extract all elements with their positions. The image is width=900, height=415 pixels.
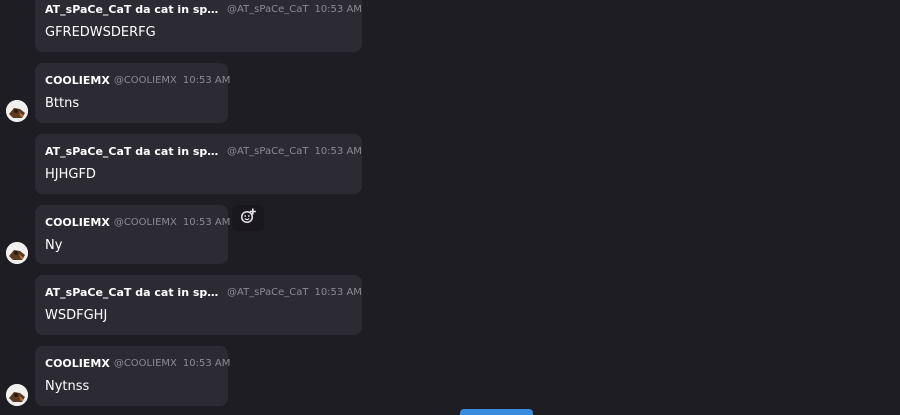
message-header: COOLIEMX @COOLIEMX 10:53 AM (45, 216, 230, 230)
message-author[interactable]: COOLIEMX (45, 74, 110, 88)
message-author[interactable]: COOLIEMX (45, 357, 110, 371)
message-timestamp: 10:53 AM (182, 358, 231, 369)
message-text: HJHGFD (45, 167, 96, 182)
message-timestamp: 10:53 AM (314, 4, 362, 15)
message-text: GFREDWSDERFG (45, 25, 156, 40)
message-text: Bttns (45, 96, 80, 111)
chat-message-list[interactable]: AT_sPaCe_CaT da cat in space ... @AT_sPaC… (0, 0, 900, 415)
message-timestamp: 10:53 AM (314, 287, 362, 298)
message-handle: @COOLIEMX (113, 358, 177, 369)
user-avatar-icon[interactable] (6, 384, 28, 406)
user-avatar-icon[interactable] (6, 242, 28, 264)
message-text: WSDFGHJ (45, 308, 108, 323)
message-author[interactable]: AT_sPaCe_CaT da cat in space ... (45, 286, 223, 300)
add-reaction-icon (240, 208, 256, 228)
message-bubble: AT_sPaCe_CaT da cat in space ... @AT_sPaC… (35, 0, 362, 52)
message-header: COOLIEMX @COOLIEMX 10:53 AM (45, 357, 230, 371)
message-author[interactable]: COOLIEMX (45, 216, 110, 230)
message-handle: @COOLIEMX (113, 75, 177, 86)
message-author[interactable]: AT_sPaCe_CaT da cat in space ... (45, 145, 223, 159)
message-author[interactable]: AT_sPaCe_CaT da cat in space ... (45, 3, 223, 17)
message-bubble: COOLIEMX @COOLIEMX 10:53 AM Bttns (35, 63, 230, 123)
message-bubble: COOLIEMX @COOLIEMX 10:53 AM Nytnss (35, 346, 230, 406)
message-header: AT_sPaCe_CaT da cat in space ... @AT_sPaC… (45, 3, 362, 17)
message-bubble: COOLIEMX @COOLIEMX 10:53 AM Ny (35, 205, 230, 264)
message-bubble: AT_sPaCe_CaT da cat in space ... @AT_sPaC… (35, 275, 362, 335)
message-timestamp: 10:53 AM (182, 217, 231, 228)
message-handle: @AT_sPaCe_CaT (227, 146, 309, 157)
scroll-to-latest-button[interactable] (460, 409, 533, 415)
add-reaction-button[interactable] (232, 205, 264, 231)
message-header: COOLIEMX @COOLIEMX 10:53 AM (45, 74, 230, 88)
message-text: Ny (45, 238, 63, 253)
message-header: AT_sPaCe_CaT da cat in space ... @AT_sPaC… (45, 145, 362, 159)
message-handle: @COOLIEMX (113, 217, 177, 228)
message-timestamp: 10:53 AM (182, 75, 231, 86)
message-handle: @AT_sPaCe_CaT (227, 4, 309, 15)
message-header: AT_sPaCe_CaT da cat in space ... @AT_sPaC… (45, 286, 362, 300)
message-handle: @AT_sPaCe_CaT (227, 287, 309, 298)
message-bubble: AT_sPaCe_CaT da cat in space ... @AT_sPaC… (35, 134, 362, 194)
message-text: Nytnss (45, 379, 90, 394)
user-avatar-icon[interactable] (6, 100, 28, 122)
message-timestamp: 10:53 AM (314, 146, 362, 157)
